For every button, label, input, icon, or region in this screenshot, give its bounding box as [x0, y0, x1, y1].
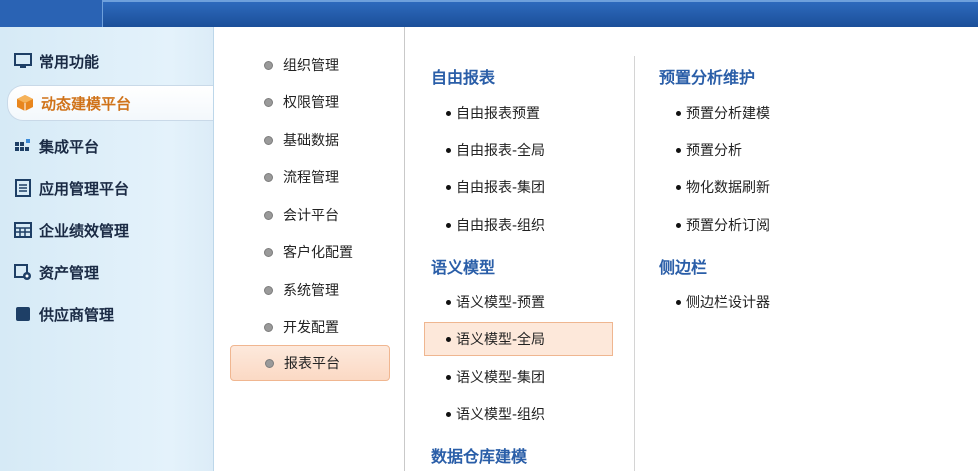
- link-label: 自由报表-组织: [456, 218, 546, 234]
- bullet-icon: [446, 184, 451, 190]
- sidebar-item-label: 集成平台: [39, 137, 100, 156]
- sidebar-item-label: 动态建模平台: [41, 94, 132, 113]
- sidebar-item-dynamic-modeling[interactable]: 动态建模平台: [7, 85, 213, 121]
- sidebar-item-supplier-management[interactable]: 供应商管理: [14, 299, 210, 329]
- sidebar-item-asset-management[interactable]: 资产管理: [14, 257, 210, 287]
- link-semantic-model-group[interactable]: 语义模型-集团: [446, 360, 545, 394]
- submenu-item-label: 系统管理: [283, 283, 339, 299]
- sidebar-item-label: 应用管理平台: [39, 179, 130, 198]
- link-preset-analysis[interactable]: 预置分析: [676, 133, 742, 167]
- link-label: 语义模型-全局: [456, 332, 546, 348]
- bullet-icon: [446, 110, 451, 116]
- folder-icon: [14, 305, 32, 323]
- bullet-icon: [676, 299, 681, 305]
- bullet-icon: [264, 172, 273, 182]
- section-title-sidebar: 侧边栏: [659, 258, 708, 277]
- link-label: 侧边栏设计器: [686, 295, 770, 311]
- link-free-report-group[interactable]: 自由报表-集团: [446, 170, 545, 204]
- submenu-item-system-management[interactable]: 系统管理: [230, 273, 388, 307]
- sidebar-item-label: 供应商管理: [39, 305, 115, 324]
- submenu-item-base-data[interactable]: 基础数据: [230, 123, 388, 157]
- link-label: 语义模型-组织: [456, 407, 546, 423]
- link-label: 语义模型-预置: [456, 295, 546, 311]
- submenu-item-permission-management[interactable]: 权限管理: [230, 85, 388, 119]
- submenu-item-label: 会计平台: [283, 208, 339, 224]
- bullet-icon: [446, 222, 451, 228]
- bullet-icon: [446, 299, 451, 305]
- link-label: 自由报表预置: [456, 106, 540, 122]
- document-icon: [14, 179, 32, 197]
- link-preset-analysis-subscribe[interactable]: 预置分析订阅: [676, 208, 770, 242]
- section-title-data-warehouse: 数据仓库建模: [431, 447, 528, 466]
- link-label: 自由报表-集团: [456, 180, 546, 196]
- link-materialized-refresh[interactable]: 物化数据刷新: [676, 170, 770, 204]
- submenu-item-report-platform[interactable]: 报表平台: [230, 345, 390, 381]
- submenu-item-label: 基础数据: [283, 133, 339, 149]
- link-free-report-global[interactable]: 自由报表-全局: [446, 133, 545, 167]
- asset-gear-icon: [14, 263, 32, 281]
- link-preset-analysis-modeling[interactable]: 预置分析建模: [676, 96, 770, 130]
- submenu-item-label: 开发配置: [283, 320, 339, 336]
- sidebar: 常用功能 动态建模平台 集成平台 应用管理平台 企业绩效管理 资产管理 供应商管…: [0, 27, 214, 471]
- bullet-icon: [264, 97, 273, 107]
- submenu-item-label: 权限管理: [283, 95, 339, 111]
- link-label: 物化数据刷新: [686, 180, 770, 196]
- submenu-item-org-management[interactable]: 组织管理: [230, 48, 388, 82]
- grid-integration-icon: [14, 137, 32, 155]
- bullet-icon: [265, 358, 274, 368]
- link-semantic-model-preset[interactable]: 语义模型-预置: [446, 285, 545, 319]
- top-bar: [0, 0, 978, 27]
- link-label: 预置分析建模: [686, 106, 770, 122]
- submenu-item-label: 客户化配置: [283, 245, 353, 261]
- top-bar-strip: [103, 0, 978, 2]
- link-label: 预置分析订阅: [686, 218, 770, 234]
- bullet-icon: [264, 135, 273, 145]
- link-label: 预置分析: [686, 143, 742, 159]
- link-free-report-org[interactable]: 自由报表-组织: [446, 208, 545, 242]
- submenu-panel: 组织管理 权限管理 基础数据 流程管理 会计平台 客户化配置 系统管理 开发配置…: [214, 27, 405, 471]
- submenu-item-label: 组织管理: [283, 58, 339, 74]
- sidebar-item-performance-management[interactable]: 企业绩效管理: [14, 215, 210, 245]
- link-semantic-model-org[interactable]: 语义模型-组织: [446, 397, 545, 431]
- bullet-icon: [676, 110, 681, 116]
- submenu-item-label: 流程管理: [283, 170, 339, 186]
- monitor-icon: [14, 52, 32, 70]
- submenu-item-customization[interactable]: 客户化配置: [230, 235, 388, 269]
- submenu-item-accounting-platform[interactable]: 会计平台: [230, 198, 388, 232]
- bullet-icon: [446, 374, 451, 380]
- bullet-icon: [264, 247, 273, 257]
- bullet-icon: [676, 184, 681, 190]
- sidebar-item-integration[interactable]: 集成平台: [14, 131, 210, 161]
- bullet-icon: [264, 210, 273, 220]
- bullet-icon: [446, 336, 451, 342]
- section-title-free-report: 自由报表: [431, 68, 496, 87]
- bullet-icon: [264, 285, 273, 295]
- link-label: 语义模型-集团: [456, 370, 546, 386]
- sidebar-item-app-management[interactable]: 应用管理平台: [14, 173, 210, 203]
- bullet-icon: [446, 411, 451, 417]
- submenu-item-label: 报表平台: [284, 356, 340, 372]
- link-sidebar-designer[interactable]: 侧边栏设计器: [676, 285, 770, 319]
- submenu-item-workflow-management[interactable]: 流程管理: [230, 160, 388, 194]
- cube-icon: [16, 94, 34, 112]
- bullet-icon: [446, 147, 451, 153]
- table-icon: [14, 221, 32, 239]
- link-semantic-model-global[interactable]: 语义模型-全局: [424, 322, 613, 356]
- sidebar-item-label: 企业绩效管理: [39, 221, 130, 240]
- sidebar-item-label: 常用功能: [39, 52, 100, 71]
- bullet-icon: [264, 60, 273, 70]
- section-title-semantic-model: 语义模型: [431, 258, 496, 277]
- section-title-preset-analysis: 预置分析维护: [659, 68, 756, 87]
- bullet-icon: [264, 322, 273, 332]
- sidebar-item-label: 资产管理: [39, 263, 100, 282]
- bullet-icon: [676, 147, 681, 153]
- link-free-report-preset[interactable]: 自由报表预置: [446, 96, 540, 130]
- top-bar-corner: [0, 0, 103, 27]
- link-label: 自由报表-全局: [456, 143, 546, 159]
- column-divider: [634, 56, 635, 471]
- submenu-item-dev-config[interactable]: 开发配置: [230, 310, 388, 344]
- bullet-icon: [676, 222, 681, 228]
- sidebar-item-common-functions[interactable]: 常用功能: [14, 46, 210, 76]
